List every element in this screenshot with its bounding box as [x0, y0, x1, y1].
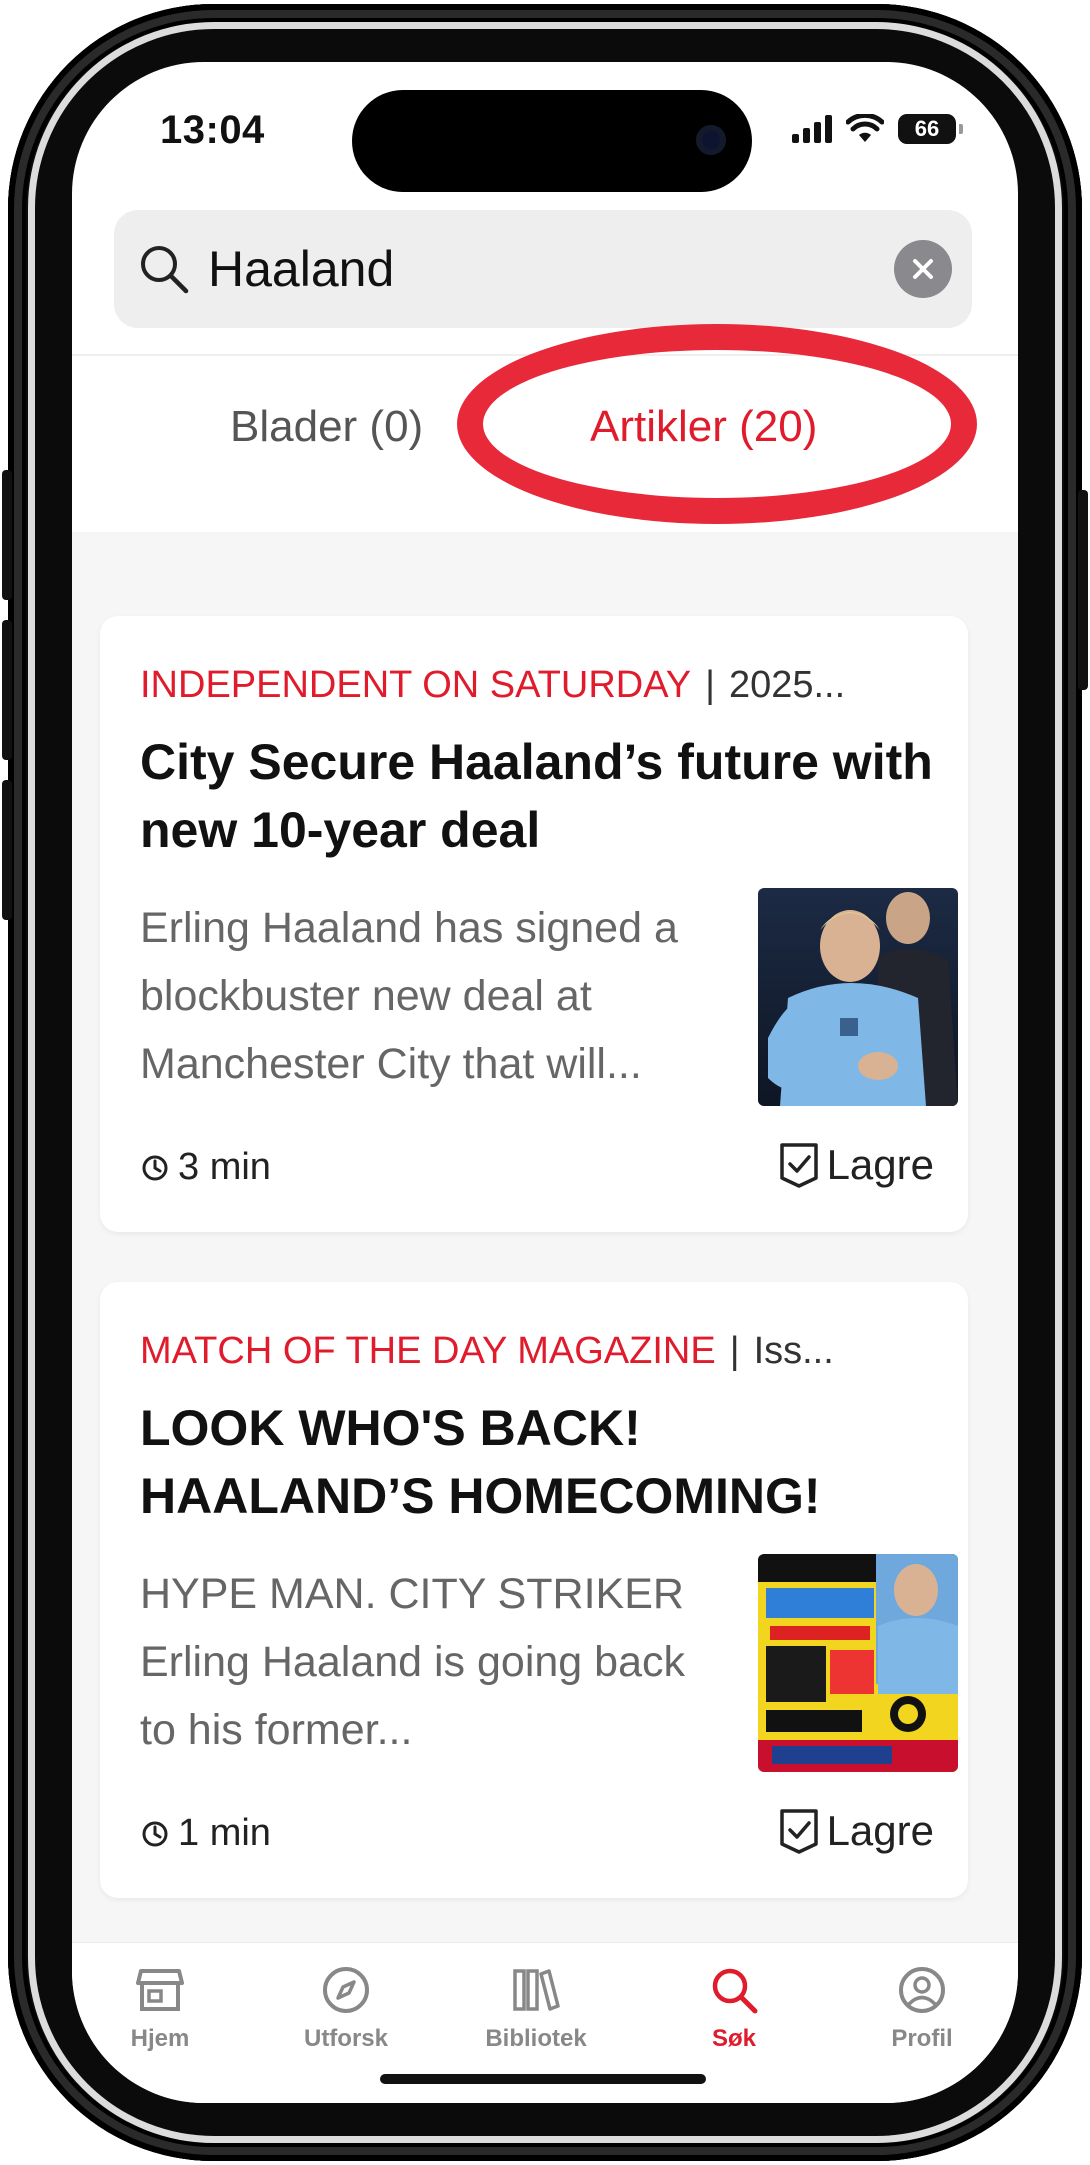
article-meta: MATCH OF THE DAY MAGAZINE | Iss...	[140, 1330, 834, 1373]
status-icons: 66	[792, 114, 963, 144]
read-time: 3 min	[140, 1146, 271, 1189]
bookmark-check-icon	[779, 1143, 818, 1188]
tab-utforsk[interactable]: Utforsk	[286, 1963, 406, 2053]
clear-search-button[interactable]	[894, 240, 952, 298]
article-title: City Secure Haaland’s future with new 10…	[140, 734, 933, 858]
volume-up-button	[2, 620, 12, 760]
action-button	[2, 470, 12, 600]
article-source: INDEPENDENT ON SATURDAY	[140, 664, 692, 706]
library-icon	[513, 1969, 560, 2011]
save-button[interactable]: Lagre	[777, 1806, 934, 1856]
article-source: MATCH OF THE DAY MAGAZINE	[140, 1330, 716, 1372]
bookmark-check-icon	[779, 1809, 818, 1854]
meta-separator: |	[705, 664, 715, 706]
article-title: LOOK WHO'S BACK! HAALAND’S HOMECOMING!	[140, 1400, 821, 1524]
tab-label: Søk	[711, 2025, 756, 2052]
read-time-label: 3 min	[178, 1146, 271, 1188]
search-icon	[141, 246, 189, 294]
tab-profil[interactable]: Profil	[862, 1963, 982, 2053]
read-time-label: 1 min	[178, 1812, 271, 1854]
article-excerpt: Erling Haaland has signed a blockbuster …	[140, 904, 678, 1088]
clock-icon	[142, 1821, 168, 1846]
meta-separator: |	[729, 1330, 740, 1372]
status-time: 13:04	[160, 108, 265, 152]
search-input[interactable]: Haaland	[208, 240, 894, 298]
tab-label: Bibliotek	[485, 2025, 587, 2052]
article-thumbnail	[758, 1554, 958, 1772]
battery-level: 66	[914, 116, 940, 141]
volume-down-button	[2, 780, 12, 920]
camera-icon	[696, 125, 726, 155]
read-time: 1 min	[140, 1812, 271, 1855]
tab-sok[interactable]: Søk	[674, 1963, 794, 2053]
tab-label: Hjem	[130, 2025, 190, 2052]
cellular-signal-icon	[792, 115, 832, 143]
wifi-icon	[846, 114, 884, 142]
save-label: Lagre	[826, 1807, 934, 1854]
tab-blader[interactable]: Blader (0)	[230, 402, 423, 452]
compass-icon	[323, 1967, 369, 2013]
article-thumbnail	[758, 888, 958, 1106]
profile-icon	[899, 1967, 945, 2013]
tab-label: Profil	[891, 2025, 953, 2052]
article-date: Iss...	[753, 1330, 834, 1372]
app-screen: 13:04 66 Haaland Blader (0) Artikler (20…	[72, 62, 1018, 2103]
article-excerpt: HYPE MAN. CITY STRIKER Erling Haaland is…	[140, 1570, 685, 1754]
article-meta: INDEPENDENT ON SATURDAY | 2025...	[140, 664, 845, 707]
search-bar[interactable]: Haaland	[114, 210, 972, 328]
annotation-ellipse	[457, 324, 977, 524]
search-icon	[712, 1968, 758, 2014]
battery-icon: 66	[898, 114, 963, 144]
clock-icon	[142, 1155, 168, 1180]
article-card[interactable]: INDEPENDENT ON SATURDAY | 2025... City Sec…	[100, 616, 968, 1232]
tab-label: Utforsk	[303, 2025, 388, 2052]
results-list: INDEPENDENT ON SATURDAY | 2025... City Sec…	[72, 532, 1018, 2024]
tab-bibliotek[interactable]: Bibliotek	[476, 1963, 596, 2053]
close-icon	[913, 259, 933, 279]
home-indicator[interactable]	[380, 2074, 706, 2084]
save-button[interactable]: Lagre	[777, 1140, 934, 1190]
store-icon	[136, 1969, 184, 2011]
article-date: 2025...	[728, 664, 846, 706]
tab-hjem[interactable]: Hjem	[100, 1963, 220, 2053]
dynamic-island	[352, 90, 752, 192]
power-button	[1078, 490, 1088, 690]
save-label: Lagre	[826, 1141, 934, 1188]
article-card[interactable]: MATCH OF THE DAY MAGAZINE | Iss... LOOK WH…	[100, 1282, 968, 1898]
